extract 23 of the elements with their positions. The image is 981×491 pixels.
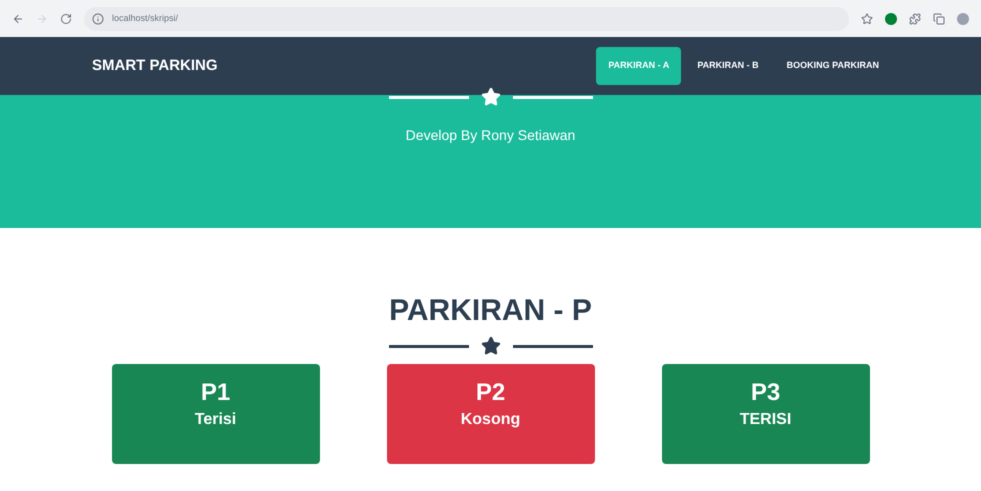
- info-icon: [92, 12, 104, 24]
- puzzle-icon[interactable]: [909, 12, 921, 24]
- star-icon: [480, 336, 500, 356]
- reload-icon[interactable]: [60, 12, 72, 24]
- slot-status: Terisi: [194, 410, 236, 430]
- bookmark-icon[interactable]: [861, 12, 873, 24]
- hero-subtitle: Develop By Rony Setiawan: [406, 126, 576, 145]
- slot-name: P2: [476, 378, 506, 408]
- slot-status: TERISI: [740, 410, 792, 430]
- nav-link[interactable]: PARKIRAN - B: [685, 47, 771, 85]
- tab-icon[interactable]: [933, 12, 945, 24]
- address-bar[interactable]: localhost/skripsi/: [84, 6, 849, 30]
- brand-title[interactable]: SMART PARKING: [92, 54, 596, 78]
- extension-icon[interactable]: [885, 12, 897, 24]
- nav-link[interactable]: BOOKING PARKIRAN: [774, 47, 891, 85]
- slot-name: P3: [750, 378, 780, 408]
- profile-avatar[interactable]: [957, 12, 969, 24]
- back-icon[interactable]: [12, 12, 24, 24]
- section-title: PARKIRAN - P: [389, 296, 592, 326]
- slot-status: Kosong: [460, 410, 520, 430]
- url-text: localhost/skripsi/: [112, 12, 178, 25]
- slot-name: P1: [200, 378, 230, 408]
- star-icon: [480, 87, 500, 107]
